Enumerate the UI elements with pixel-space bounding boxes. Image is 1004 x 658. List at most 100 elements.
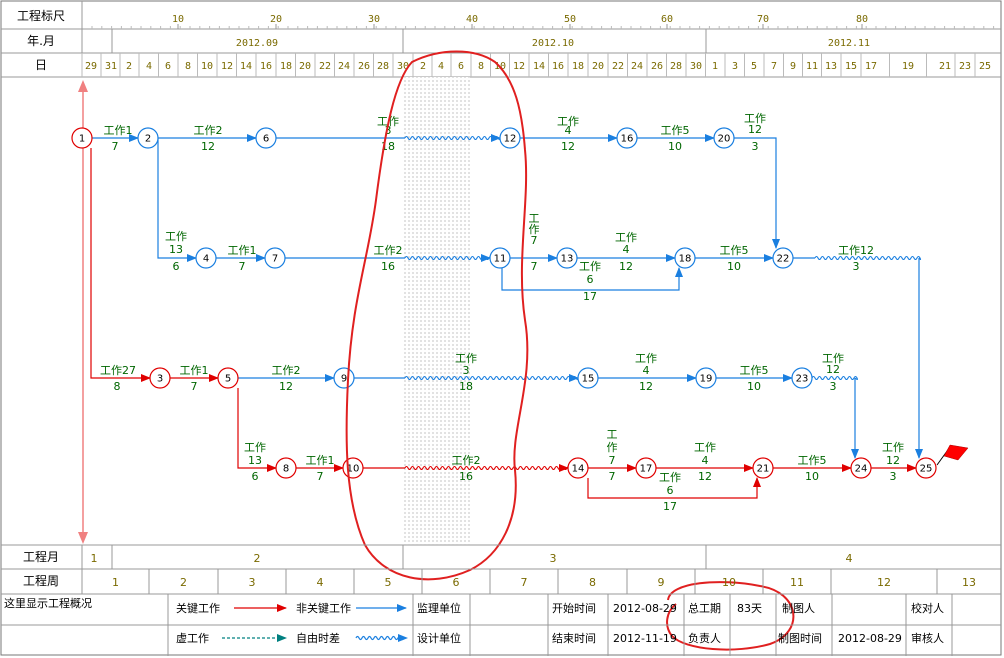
event-nodes: 1 23456789101112131415161718192021222324 2… [71, 127, 937, 479]
event-node-number: 18 [679, 254, 692, 265]
event-node: 20 [713, 127, 735, 149]
day-label: 16 [552, 61, 564, 72]
activity-name: 4 [702, 454, 709, 467]
draw-time-value: 2012-08-29 [838, 632, 902, 645]
activity-name: 工作27 [100, 364, 136, 377]
activity-duration: 7 [531, 260, 538, 273]
event-node-number: 6 [263, 134, 269, 145]
day-label: 10 [201, 61, 213, 72]
activity-name: 工作5 [661, 124, 690, 137]
activity-name: 工作2 [374, 244, 403, 257]
activity-duration: 18 [459, 380, 473, 393]
activity-duration: 8 [114, 380, 121, 393]
activity-name: 12 [748, 123, 762, 136]
event-node-number: 1 [79, 134, 85, 145]
event-node-number: 20 [718, 134, 731, 145]
activity-duration: 7 [317, 470, 324, 483]
activity-duration: 12 [619, 260, 633, 273]
project-week-value: 9 [658, 576, 665, 589]
project-month-label: 工程月 [23, 549, 59, 564]
activity-name: 13 [169, 243, 183, 256]
activity-name: 工作 [659, 471, 681, 484]
project-week-value: 5 [385, 576, 392, 589]
day-label: 8 [478, 61, 484, 72]
activity-name: 7 [531, 234, 538, 247]
activity-arrows [90, 134, 923, 499]
day-label: 11 [806, 61, 818, 72]
activity-duration: 17 [663, 500, 677, 513]
activity-name: 工作2 [272, 364, 301, 377]
month-row-label: 年.月 [27, 34, 55, 48]
event-node-number: 5 [225, 374, 231, 385]
scale-row-label: 工程标尺 [17, 8, 65, 23]
day-label: 18 [280, 61, 292, 72]
event-node-number: 13 [561, 254, 574, 265]
activity-name: 12 [826, 363, 840, 376]
day-label: 23 [959, 61, 971, 72]
activity-duration: 10 [747, 380, 761, 393]
activity-labels: 工作17工作212工作318工作412工作510工作123工作136工作17工作… [100, 112, 904, 513]
scale-tick: 10 [172, 14, 184, 25]
legend-free-float-label: 自由时差 [296, 631, 340, 645]
end-time-value: 2012-11-19 [613, 632, 677, 645]
event-node-number: 8 [283, 464, 289, 475]
drafter-label: 制图人 [782, 602, 815, 615]
month-label: 2012.09 [236, 38, 278, 49]
event-node: 1 [71, 127, 93, 149]
event-node: 14 [567, 457, 589, 479]
day-label: 18 [572, 61, 584, 72]
activity-name: 工作5 [798, 454, 827, 467]
supervisor-label: 监理单位 [417, 601, 461, 615]
activity-duration: 16 [459, 470, 473, 483]
activity-name: 4 [643, 364, 650, 377]
activity-duration: 16 [381, 260, 395, 273]
activity-name: 12 [886, 454, 900, 467]
day-label: 2 [420, 61, 426, 72]
activity-duration: 10 [727, 260, 741, 273]
activity-name: 工作5 [720, 244, 749, 257]
project-month-value: 3 [550, 552, 557, 565]
activity-name: 4 [623, 243, 630, 256]
project-week-value: 12 [877, 576, 891, 589]
day-label: 5 [751, 61, 757, 72]
day-label: 9 [790, 61, 796, 72]
event-node: 17 [635, 457, 657, 479]
project-week-value: 1 [112, 576, 119, 589]
scale-tick: 70 [757, 14, 769, 25]
event-node: 2 [137, 127, 159, 149]
event-node-number: 9 [341, 374, 347, 385]
event-node: 21 [752, 457, 774, 479]
day-label: 6 [165, 61, 171, 72]
activity-name: 工作1 [306, 454, 335, 467]
scale-tick: 80 [856, 14, 868, 25]
project-info: 这里显示工程概况 关键工作 非关键工作 虚工作 自由时差 监理单位 设计单位 开… [1, 594, 1001, 656]
project-week-value: 3 [249, 576, 256, 589]
activity-name: 工作 [882, 441, 904, 454]
activity-duration: 10 [668, 140, 682, 153]
event-node-number: 21 [757, 464, 770, 475]
activity-name: 7 [609, 454, 616, 467]
total-duration-label: 总工期 [688, 601, 721, 615]
timescale-header: 工程标尺 年.月 日 10 20 30 40 50 60 70 80 2012.09 2012.… [1, 1, 1001, 78]
activity-name: 工作1 [180, 364, 209, 377]
activity-name: 工作2 [452, 454, 481, 467]
event-node: 16 [616, 127, 638, 149]
activity-duration: 10 [805, 470, 819, 483]
activity-duration: 12 [698, 470, 712, 483]
scale-tick: 50 [564, 14, 576, 25]
event-node-number: 3 [157, 374, 163, 385]
event-node-number: 17 [640, 464, 653, 475]
activity-name: 工作1 [104, 124, 133, 137]
day-row-label: 日 [35, 58, 47, 72]
day-label: 4 [146, 61, 152, 72]
start-time-value: 2012-08-29 [613, 602, 677, 615]
activity-duration: 3 [853, 260, 860, 273]
start-time-label: 开始时间 [552, 601, 596, 615]
day-label: 22 [612, 61, 624, 72]
event-node: 8 [275, 457, 297, 479]
event-node-number: 24 [855, 464, 868, 475]
manager-label: 负责人 [688, 631, 721, 645]
activity-name: 3 [463, 364, 470, 377]
day-label: 8 [185, 61, 191, 72]
event-node: 23 [791, 367, 813, 389]
